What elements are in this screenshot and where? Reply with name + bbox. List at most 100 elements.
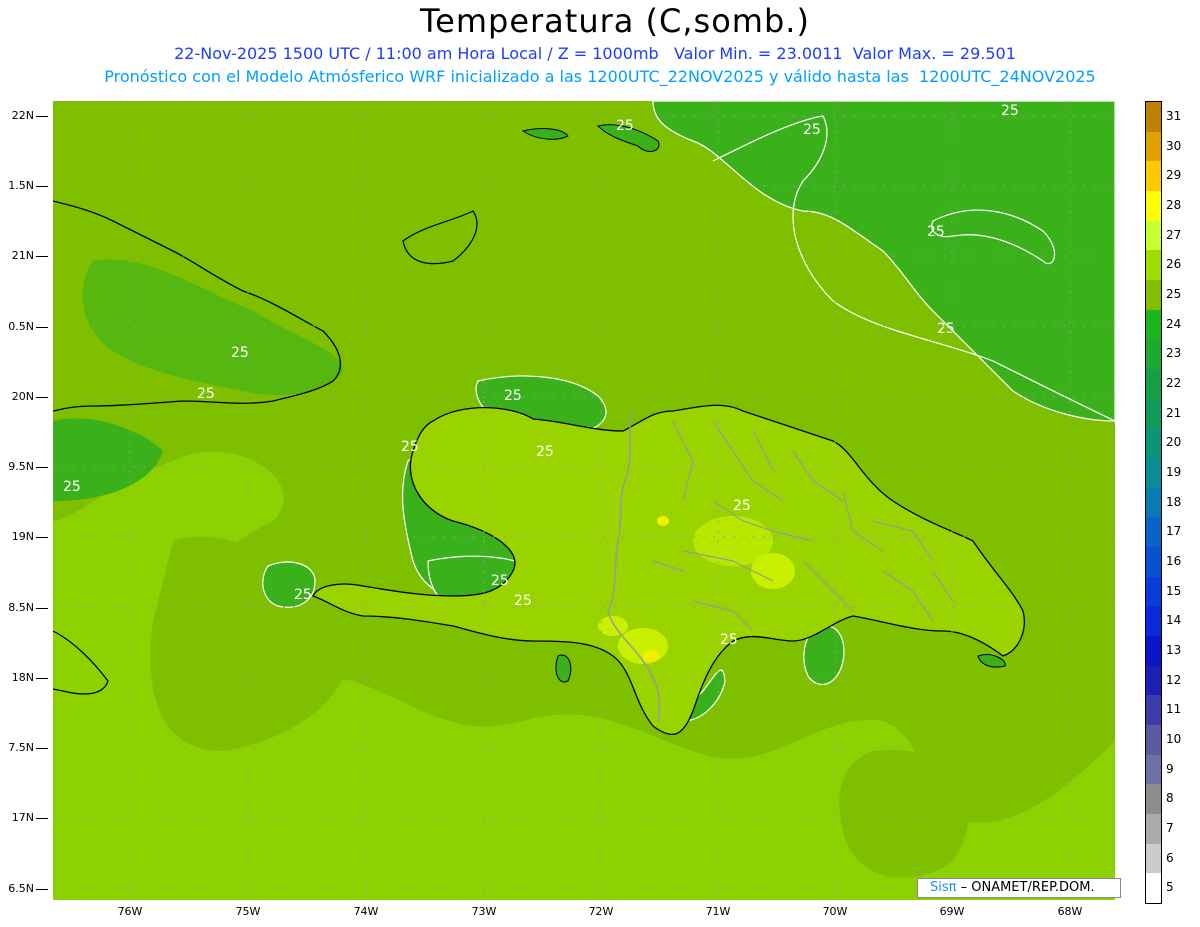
colorbar-segment [1146,873,1161,904]
map-subtitle-time: 22-Nov-2025 1500 UTC / 11:00 am Hora Loc… [174,44,1016,63]
contour-label: 25 [231,345,249,361]
hot-spot-1 [643,650,659,662]
warm-spot-south-valley [618,628,668,664]
colorbar-label: 16 [1166,553,1182,568]
colorbar-segment [1146,131,1161,162]
colorbar-label: 24 [1166,316,1182,331]
lat-label: 7.5N [8,741,34,754]
lat-tick [36,678,48,679]
contour-label: 25 [294,587,312,603]
lat-tick [36,889,48,890]
colorbar-label: 8 [1166,791,1174,806]
colorbar-segment [1146,250,1161,281]
lon-label: 70W [822,905,848,918]
lat-tick [36,116,48,117]
temperature-map: 25 25 25 25 25 25 25 25 25 25 25 25 25 2… [53,101,1115,900]
lon-label: 68W [1057,905,1083,918]
lat-label: 18N [11,671,34,684]
colorbar-segment [1146,725,1161,756]
lon-label: 76W [117,905,143,918]
lat-label: 1.5N [8,179,34,192]
lon-label: 71W [705,905,731,918]
credit-box: Sisπ – ONAMET/REP.DOM. [917,878,1121,898]
colorbar-segment [1146,280,1161,311]
colorbar-segment [1146,665,1161,696]
colorbar-label: 20 [1166,435,1182,450]
contour-label: 25 [1001,103,1019,119]
lon-label: 73W [471,905,497,918]
contour-label: 25 [937,321,955,337]
map-title: Temperatura (C,somb.) [420,2,810,40]
colorbar-label: 15 [1166,583,1182,598]
colorbar-segment [1146,398,1161,429]
warm-spot-south-coast [598,616,628,636]
colorbar-segment [1146,695,1161,726]
colorbar-label: 14 [1166,613,1182,628]
colorbar-label: 11 [1166,702,1182,717]
contour-label: 25 [504,388,522,404]
lon-label: 75W [235,905,261,918]
colorbar-label: 31 [1166,108,1182,123]
lat-tick [36,186,48,187]
lat-tick [36,608,48,609]
colorbar-label: 18 [1166,494,1182,509]
lat-label: 9.5N [8,460,34,473]
colorbar-segment [1146,458,1161,489]
colorbar-label: 7 [1166,820,1174,835]
lat-label: 17N [11,811,34,824]
contour-label: 25 [197,386,215,402]
colorbar-label: 13 [1166,642,1182,657]
colorbar-label: 17 [1166,524,1182,539]
colorbar-segment [1146,843,1161,874]
colorbar-label: 23 [1166,346,1182,361]
lat-label: 22N [11,109,34,122]
map-subtitle-model: Pronóstico con el Modelo Atmósferico WRF… [104,67,1096,86]
lat-tick [36,327,48,328]
contour-label: 25 [536,444,554,460]
credit-text: – ONAMET/REP.DOM. [956,880,1095,895]
lat-label: 19N [11,530,34,543]
colorbar-label: 25 [1166,286,1182,301]
lat-tick [36,537,48,538]
contour-label: 25 [491,573,509,589]
colorbar-segment [1146,161,1161,192]
colorbar [1145,101,1162,904]
colorbar-label: 27 [1166,227,1182,242]
colorbar-segment [1146,428,1161,459]
colorbar-label: 21 [1166,405,1182,420]
hot-spot-2 [657,516,669,526]
lat-label: 8.5N [8,601,34,614]
colorbar-label: 19 [1166,464,1182,479]
colorbar-label: 29 [1166,168,1182,183]
contour-label: 25 [401,439,419,455]
colorbar-segment [1146,339,1161,370]
lat-tick [36,467,48,468]
lat-tick [36,256,48,257]
colorbar-segment [1146,309,1161,340]
contour-label: 25 [616,118,634,134]
contour-label: 25 [63,479,81,495]
contour-label: 25 [733,498,751,514]
lat-label: 0.5N [8,320,34,333]
colorbar-label: 28 [1166,197,1182,212]
colorbar-label: 12 [1166,672,1182,687]
colorbar-label: 22 [1166,375,1182,390]
colorbar-segment [1146,102,1161,133]
contour-label: 25 [803,122,821,138]
colorbar-segment [1146,576,1161,607]
colorbar-label: 9 [1166,761,1174,776]
colorbar-label: 6 [1166,850,1174,865]
colorbar-segment [1146,220,1161,251]
lat-label: 20N [11,390,34,403]
colorbar-segment [1146,636,1161,667]
colorbar-label: 26 [1166,257,1182,272]
lat-label: 21N [11,249,34,262]
colorbar-segment [1146,547,1161,578]
lon-label: 74W [353,905,379,918]
sis-logo-text: Sisπ [930,880,957,895]
colorbar-segment [1146,784,1161,815]
colorbar-segment [1146,814,1161,845]
contour-label: 25 [927,224,945,240]
contour-label: 25 [720,632,738,648]
colorbar-segment [1146,754,1161,785]
